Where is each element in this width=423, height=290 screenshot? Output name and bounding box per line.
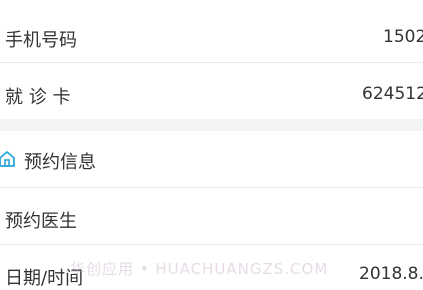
phone-label: 手机号码 xyxy=(5,30,77,51)
doctor-label: 预约医生 xyxy=(5,211,77,232)
medical-card-row: 就 诊 卡 624512 xyxy=(0,63,423,119)
appointment-section-title: 预约信息 xyxy=(24,152,96,173)
medical-card-label: 就 诊 卡 xyxy=(5,87,71,108)
watermark: 华创应用 • HUACHUANGZS.COM xyxy=(70,260,329,278)
patient-info-card: 手机号码 1502 就 诊 卡 624512 xyxy=(0,0,423,119)
datetime-value: 2018.8. xyxy=(359,264,423,284)
home-icon xyxy=(0,150,16,168)
phone-value: 1502 xyxy=(383,27,423,47)
doctor-row: 预约医生 xyxy=(0,188,423,244)
medical-card-value: 624512 xyxy=(362,84,423,104)
phone-row: 手机号码 1502 xyxy=(0,0,423,62)
